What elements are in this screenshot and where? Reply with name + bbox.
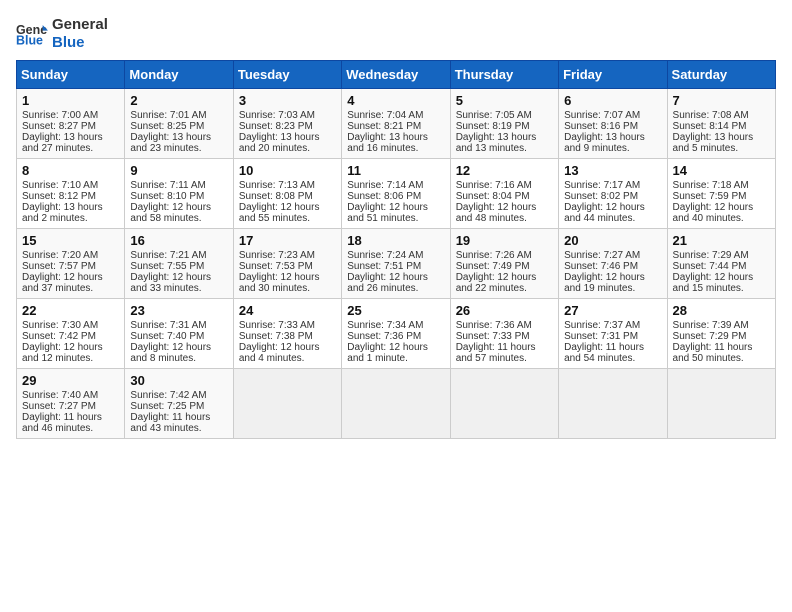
header-tuesday: Tuesday <box>233 61 341 89</box>
day-19: 19Sunrise: 7:26 AMSunset: 7:49 PMDayligh… <box>450 229 558 299</box>
day-30: 30Sunrise: 7:42 AMSunset: 7:25 PMDayligh… <box>125 369 233 439</box>
day-21: 21Sunrise: 7:29 AMSunset: 7:44 PMDayligh… <box>667 229 775 299</box>
day-14: 14Sunrise: 7:18 AMSunset: 7:59 PMDayligh… <box>667 159 775 229</box>
day-3: 3Sunrise: 7:03 AMSunset: 8:23 PMDaylight… <box>233 89 341 159</box>
day-22: 22Sunrise: 7:30 AMSunset: 7:42 PMDayligh… <box>17 299 125 369</box>
logo-general: General <box>52 16 108 34</box>
day-12: 12Sunrise: 7:16 AMSunset: 8:04 PMDayligh… <box>450 159 558 229</box>
header-thursday: Thursday <box>450 61 558 89</box>
day-9: 9Sunrise: 7:11 AMSunset: 8:10 PMDaylight… <box>125 159 233 229</box>
day-1: 1Sunrise: 7:00 AMSunset: 8:27 PMDaylight… <box>17 89 125 159</box>
day-15: 15Sunrise: 7:20 AMSunset: 7:57 PMDayligh… <box>17 229 125 299</box>
header-sunday: Sunday <box>17 61 125 89</box>
logo-blue: Blue <box>52 34 108 52</box>
logo: General Blue General Blue <box>16 16 108 52</box>
calendar-week-3: 15Sunrise: 7:20 AMSunset: 7:57 PMDayligh… <box>17 229 776 299</box>
day-10: 10Sunrise: 7:13 AMSunset: 8:08 PMDayligh… <box>233 159 341 229</box>
day-2: 2Sunrise: 7:01 AMSunset: 8:25 PMDaylight… <box>125 89 233 159</box>
day-11: 11Sunrise: 7:14 AMSunset: 8:06 PMDayligh… <box>342 159 450 229</box>
day-24: 24Sunrise: 7:33 AMSunset: 7:38 PMDayligh… <box>233 299 341 369</box>
header-saturday: Saturday <box>667 61 775 89</box>
page-header: General Blue General Blue <box>16 16 776 52</box>
calendar-week-1: 1Sunrise: 7:00 AMSunset: 8:27 PMDaylight… <box>17 89 776 159</box>
day-13: 13Sunrise: 7:17 AMSunset: 8:02 PMDayligh… <box>559 159 667 229</box>
logo-icon: General Blue <box>16 18 48 50</box>
calendar-week-4: 22Sunrise: 7:30 AMSunset: 7:42 PMDayligh… <box>17 299 776 369</box>
day-empty-3 <box>450 369 558 439</box>
day-6: 6Sunrise: 7:07 AMSunset: 8:16 PMDaylight… <box>559 89 667 159</box>
header-friday: Friday <box>559 61 667 89</box>
day-empty-1 <box>233 369 341 439</box>
day-4: 4Sunrise: 7:04 AMSunset: 8:21 PMDaylight… <box>342 89 450 159</box>
day-empty-5 <box>667 369 775 439</box>
day-20: 20Sunrise: 7:27 AMSunset: 7:46 PMDayligh… <box>559 229 667 299</box>
day-26: 26Sunrise: 7:36 AMSunset: 7:33 PMDayligh… <box>450 299 558 369</box>
calendar-header-row: Sunday Monday Tuesday Wednesday Thursday… <box>17 61 776 89</box>
day-empty-2 <box>342 369 450 439</box>
day-7: 7Sunrise: 7:08 AMSunset: 8:14 PMDaylight… <box>667 89 775 159</box>
day-25: 25Sunrise: 7:34 AMSunset: 7:36 PMDayligh… <box>342 299 450 369</box>
calendar-week-2: 8Sunrise: 7:10 AMSunset: 8:12 PMDaylight… <box>17 159 776 229</box>
day-empty-4 <box>559 369 667 439</box>
calendar-table: Sunday Monday Tuesday Wednesday Thursday… <box>16 60 776 439</box>
svg-text:Blue: Blue <box>16 34 43 48</box>
calendar-week-5: 29Sunrise: 7:40 AMSunset: 7:27 PMDayligh… <box>17 369 776 439</box>
day-27: 27Sunrise: 7:37 AMSunset: 7:31 PMDayligh… <box>559 299 667 369</box>
day-5: 5Sunrise: 7:05 AMSunset: 8:19 PMDaylight… <box>450 89 558 159</box>
day-28: 28Sunrise: 7:39 AMSunset: 7:29 PMDayligh… <box>667 299 775 369</box>
header-wednesday: Wednesday <box>342 61 450 89</box>
day-18: 18Sunrise: 7:24 AMSunset: 7:51 PMDayligh… <box>342 229 450 299</box>
header-monday: Monday <box>125 61 233 89</box>
day-29: 29Sunrise: 7:40 AMSunset: 7:27 PMDayligh… <box>17 369 125 439</box>
day-23: 23Sunrise: 7:31 AMSunset: 7:40 PMDayligh… <box>125 299 233 369</box>
day-17: 17Sunrise: 7:23 AMSunset: 7:53 PMDayligh… <box>233 229 341 299</box>
day-16: 16Sunrise: 7:21 AMSunset: 7:55 PMDayligh… <box>125 229 233 299</box>
day-8: 8Sunrise: 7:10 AMSunset: 8:12 PMDaylight… <box>17 159 125 229</box>
